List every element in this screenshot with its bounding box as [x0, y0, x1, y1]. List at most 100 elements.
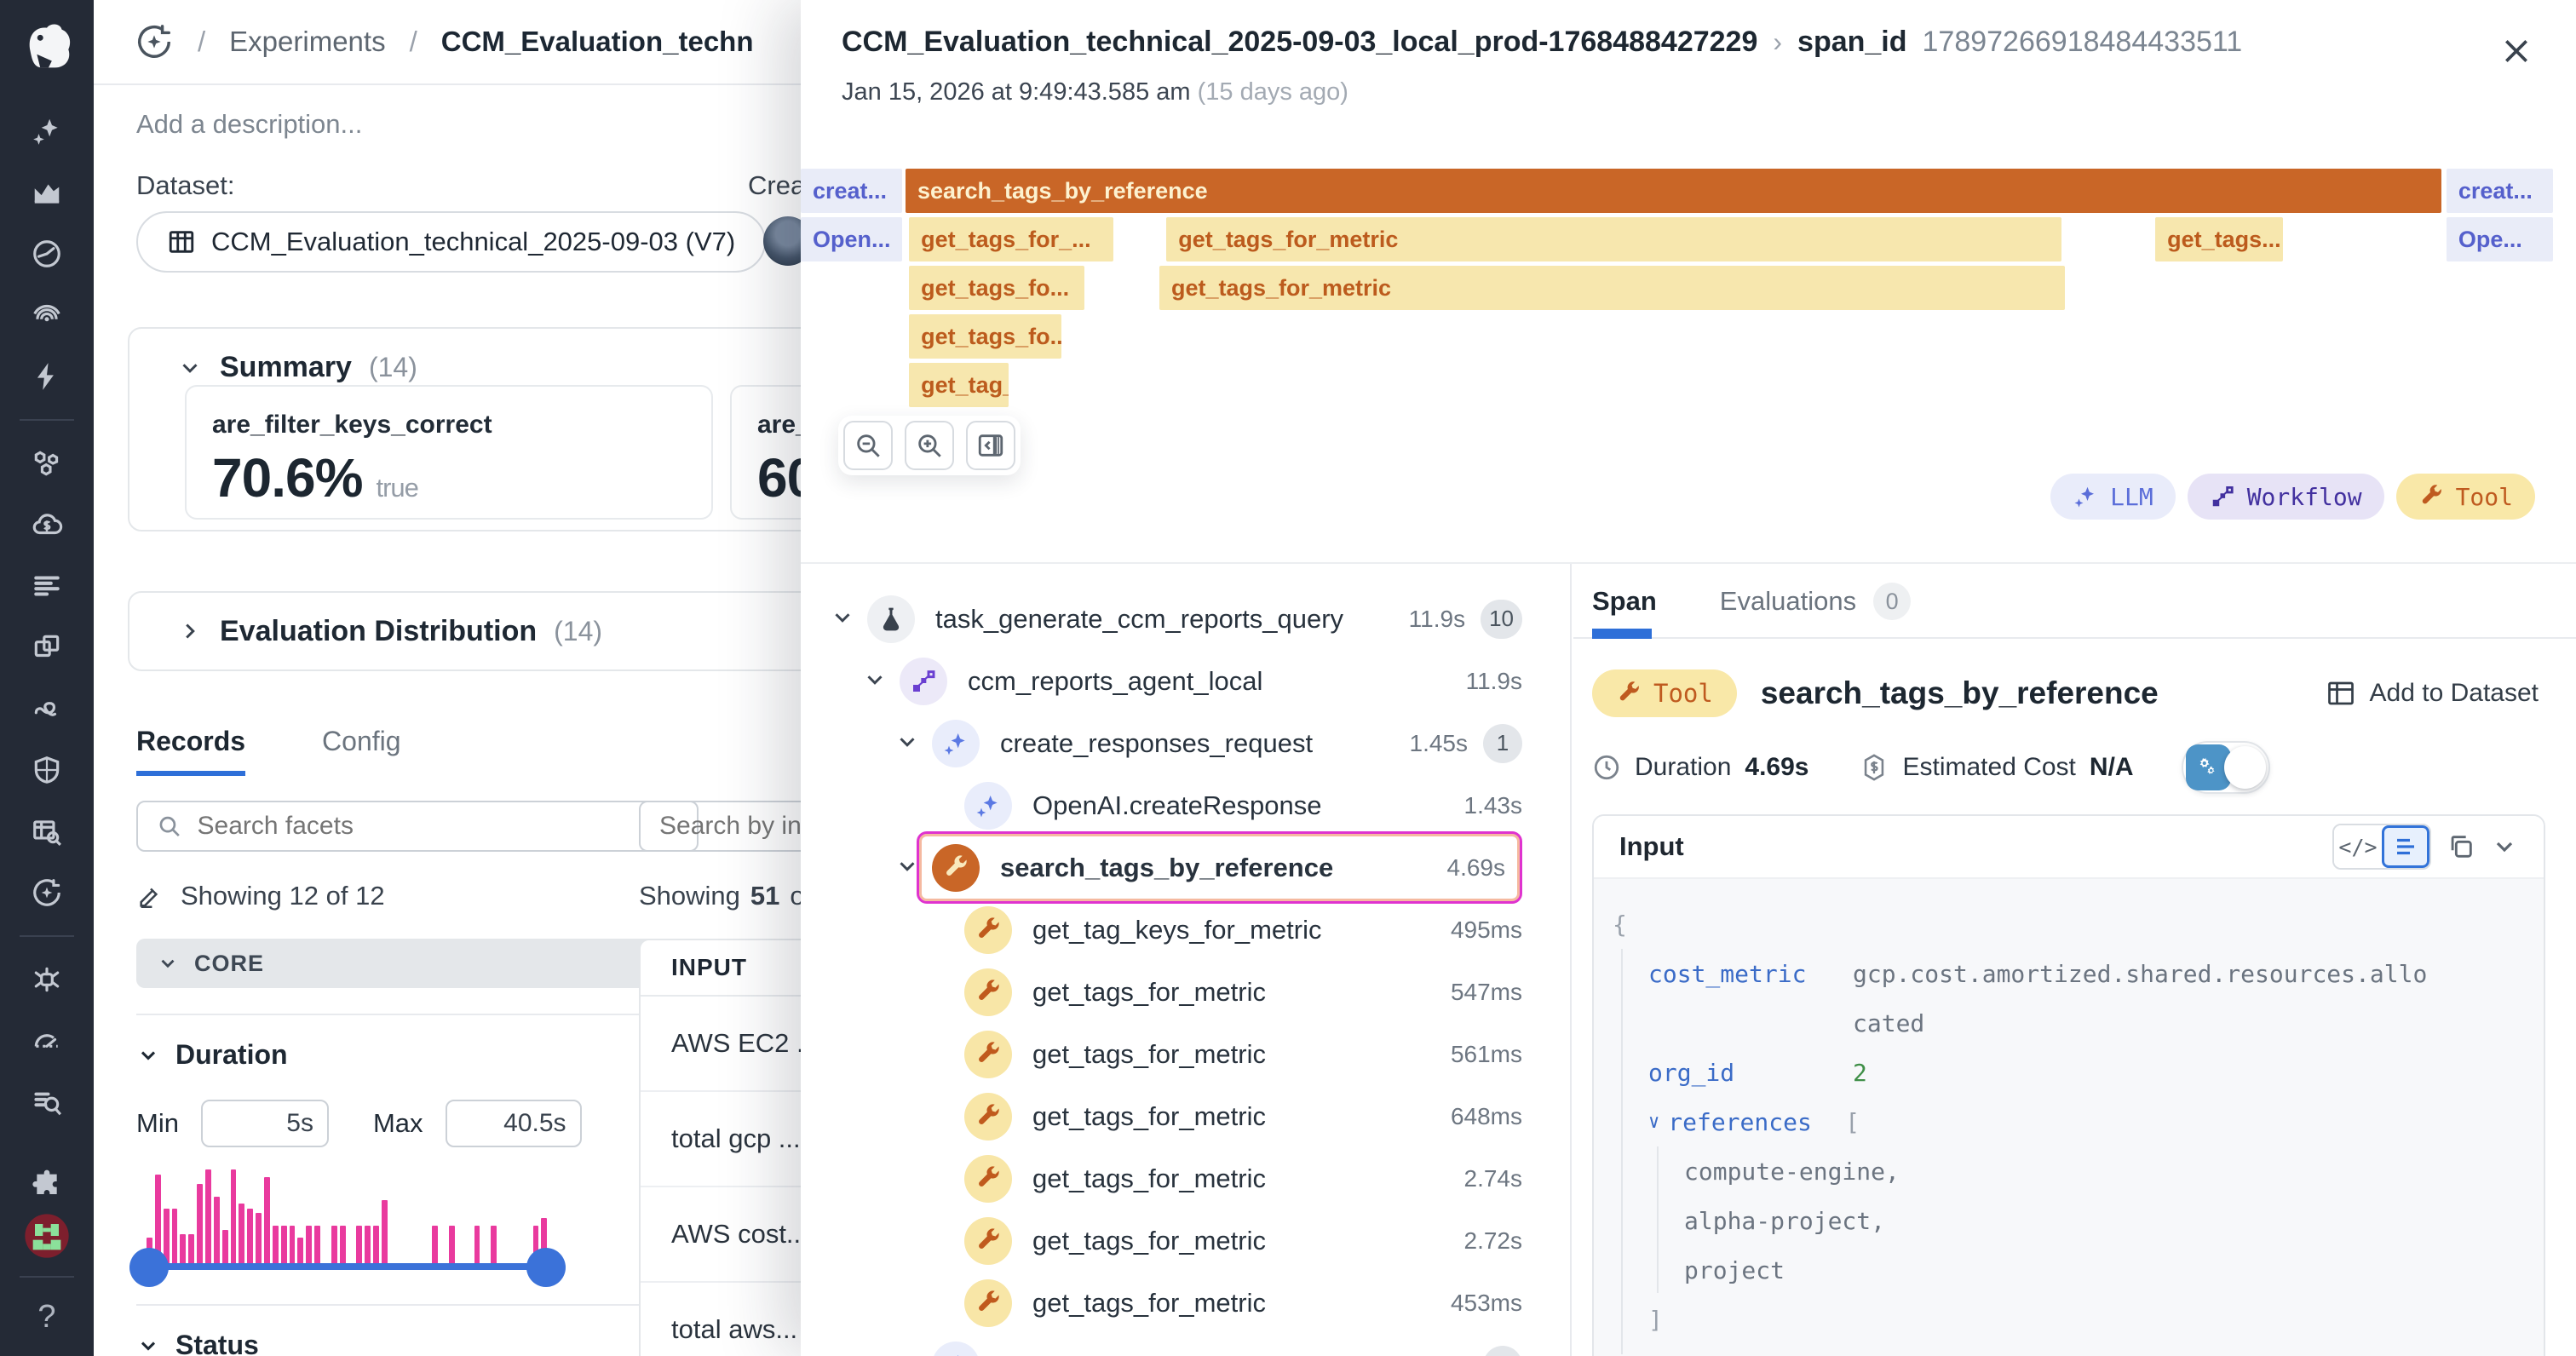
- sidebar-item-watchdog[interactable]: [0, 284, 94, 346]
- tab-evaluations[interactable]: Evaluations 0: [1720, 583, 1912, 620]
- chevron-down-icon[interactable]: [894, 1351, 923, 1356]
- close-button[interactable]: [2494, 29, 2539, 73]
- chevron-down-icon[interactable]: ∨: [1648, 1112, 1659, 1133]
- sidebar-item-cloud-cost[interactable]: [0, 494, 94, 555]
- tree-row-get_tags_for_metric[interactable]: get_tags_for_metric 648ms: [801, 1085, 1570, 1147]
- json-token: project: [1684, 1255, 1785, 1284]
- dataset-pill[interactable]: CCM_Evaluation_technical_2025-09-03 (V7): [136, 211, 767, 273]
- waterfall-span-bar[interactable]: get_tags_for_metric: [1166, 217, 2061, 261]
- tree-row-create_responses_request[interactable]: create_responses_request 5.73s 1: [801, 1334, 1570, 1356]
- chevron-down-icon[interactable]: [894, 853, 923, 882]
- zoom-out-button[interactable]: [843, 421, 893, 470]
- facet-search-input[interactable]: [197, 812, 678, 841]
- waterfall-span-bar[interactable]: get_tags_fo...: [909, 314, 1062, 359]
- tree-row-create_responses_request[interactable]: create_responses_request 1.45s 1: [801, 712, 1570, 774]
- legend-badge-llm[interactable]: LLM: [2050, 474, 2176, 520]
- zoom-in-button[interactable]: [905, 421, 954, 470]
- facet-status-label: Status: [175, 1330, 259, 1356]
- breadcrumb-experiments[interactable]: Experiments: [229, 26, 385, 58]
- waterfall-span-bar[interactable]: Ope...: [2446, 217, 2553, 261]
- sidebar-item-infrastructure[interactable]: [0, 433, 94, 494]
- llm-observability-icon[interactable]: [135, 22, 174, 61]
- facet-status[interactable]: Status: [136, 1330, 699, 1356]
- llm-observability-icon: [31, 876, 63, 909]
- sidebar-item-user-avatar[interactable]: [0, 1208, 94, 1264]
- slider-handle-max[interactable]: [526, 1248, 566, 1287]
- sidebar-item-llm-observability[interactable]: [0, 862, 94, 923]
- span-duration: 2.72s: [1463, 1227, 1523, 1254]
- facet-group-core[interactable]: CORE: [136, 939, 699, 988]
- chevron-down-icon[interactable]: [2491, 833, 2518, 860]
- tree-row-ccm_reports_agent_local[interactable]: ccm_reports_agent_local 11.9s: [801, 650, 1570, 712]
- legend-badge-workflow[interactable]: Workflow: [2187, 474, 2384, 520]
- histogram-bar: [474, 1226, 480, 1267]
- tree-row-task_generate_ccm_reports_query[interactable]: task_generate_ccm_reports_query 11.9s 10: [801, 588, 1570, 650]
- sidebar-item-data-query[interactable]: [0, 801, 94, 862]
- sidebar-item-service-catalog[interactable]: [0, 617, 94, 678]
- json-token: {: [1613, 910, 1627, 939]
- sidebar-item-flash[interactable]: [0, 346, 94, 407]
- datadog-logo[interactable]: [0, 0, 94, 95]
- sidebar-item-ci-pipelines[interactable]: [0, 678, 94, 739]
- tree-row-get_tag_keys_for_metric[interactable]: get_tag_keys_for_metric 495ms: [801, 899, 1570, 961]
- slider-handle-min[interactable]: [129, 1248, 169, 1287]
- facet-search[interactable]: [136, 801, 699, 852]
- add-to-dataset-button[interactable]: Add to Dataset: [2326, 678, 2539, 709]
- error-tracking-icon: [31, 963, 63, 996]
- code-view-button[interactable]: </>: [2334, 825, 2382, 868]
- facet-duration[interactable]: Duration: [136, 1039, 699, 1071]
- metric-card[interactable]: are_filter_keys_correct 70.6% true: [185, 385, 713, 520]
- chevron-down-icon[interactable]: [862, 667, 891, 696]
- waterfall-span-bar[interactable]: get_tag_k...: [909, 363, 1009, 407]
- pencil-icon[interactable]: [136, 882, 165, 911]
- waterfall-span-bar[interactable]: get_tags_for_metric: [1159, 266, 2065, 310]
- sidebar-item-dashboards[interactable]: [0, 223, 94, 284]
- json-token: ]: [1648, 1305, 1663, 1334]
- waterfall-span-bar[interactable]: creat...: [801, 169, 902, 213]
- raw-view-toggle[interactable]: [2181, 741, 2270, 794]
- input-json-viewer[interactable]: {cost_metric gcp.cost.amortized.shared.re…: [1594, 879, 2544, 1356]
- sidebar-item-security[interactable]: [0, 739, 94, 801]
- waterfall-span-bar[interactable]: get_tags_for_...: [909, 217, 1113, 261]
- child-count-badge: 1: [1483, 723, 1522, 763]
- sidebar-item-logs[interactable]: [0, 555, 94, 617]
- description-placeholder[interactable]: Add a description...: [136, 109, 362, 140]
- waterfall-span-bar[interactable]: get_tags_fo...: [909, 266, 1085, 310]
- duration-range-slider[interactable]: [147, 1263, 555, 1270]
- tree-row-get_tags_for_metric[interactable]: get_tags_for_metric 547ms: [801, 961, 1570, 1023]
- collapse-panel-button[interactable]: [966, 421, 1015, 470]
- tab-span[interactable]: Span: [1592, 586, 1657, 617]
- sidebar-item-metrics[interactable]: [0, 162, 94, 223]
- duration-min-input[interactable]: [200, 1100, 329, 1147]
- waterfall-span-bar[interactable]: Open...: [801, 217, 902, 261]
- tree-row-get_tags_for_metric[interactable]: get_tags_for_metric 2.74s: [801, 1147, 1570, 1209]
- tree-row-OpenAI.createResponse[interactable]: OpenAI.createResponse 1.43s: [801, 774, 1570, 836]
- pretty-view-button[interactable]: [2382, 825, 2429, 868]
- duration-max-input[interactable]: [445, 1100, 582, 1147]
- sidebar-item-synthetics[interactable]: [0, 1010, 94, 1072]
- cloud-cost-icon: [31, 508, 63, 541]
- product-sidebar: ?: [0, 0, 94, 1356]
- tree-row-get_tags_for_metric[interactable]: get_tags_for_metric 561ms: [801, 1023, 1570, 1085]
- tree-row-get_tags_for_metric[interactable]: get_tags_for_metric 453ms: [801, 1272, 1570, 1334]
- sidebar-item-error-tracking[interactable]: [0, 949, 94, 1010]
- tree-row-search_tags_by_reference[interactable]: search_tags_by_reference 4.69s: [801, 831, 1570, 904]
- legend-badge-tool[interactable]: Tool: [2395, 474, 2535, 520]
- waterfall-span-bar[interactable]: search_tags_by_reference: [905, 169, 2441, 213]
- clock-icon: [1594, 755, 1619, 780]
- tab-config[interactable]: Config: [322, 726, 401, 776]
- sidebar-item-bits-ai[interactable]: [0, 101, 94, 162]
- chevron-down-icon[interactable]: [894, 729, 923, 758]
- sidebar-item-help[interactable]: ?: [0, 1291, 94, 1342]
- wrench-icon: [964, 1278, 1012, 1327]
- tab-records[interactable]: Records: [136, 726, 246, 776]
- trace-waterfall: creat... search_tags_by_reference creat...…: [801, 169, 2576, 416]
- waterfall-span-bar[interactable]: get_tags...: [2155, 217, 2284, 261]
- child-count-badge: 1: [1483, 1345, 1522, 1356]
- copy-icon[interactable]: [2447, 832, 2475, 861]
- chevron-down-icon[interactable]: [830, 605, 859, 634]
- sidebar-item-log-search[interactable]: [0, 1072, 94, 1133]
- evaluations-count-badge: 0: [1873, 583, 1912, 620]
- tree-row-get_tags_for_metric[interactable]: get_tags_for_metric 2.72s: [801, 1209, 1570, 1272]
- waterfall-span-bar[interactable]: creat...: [2446, 169, 2553, 213]
